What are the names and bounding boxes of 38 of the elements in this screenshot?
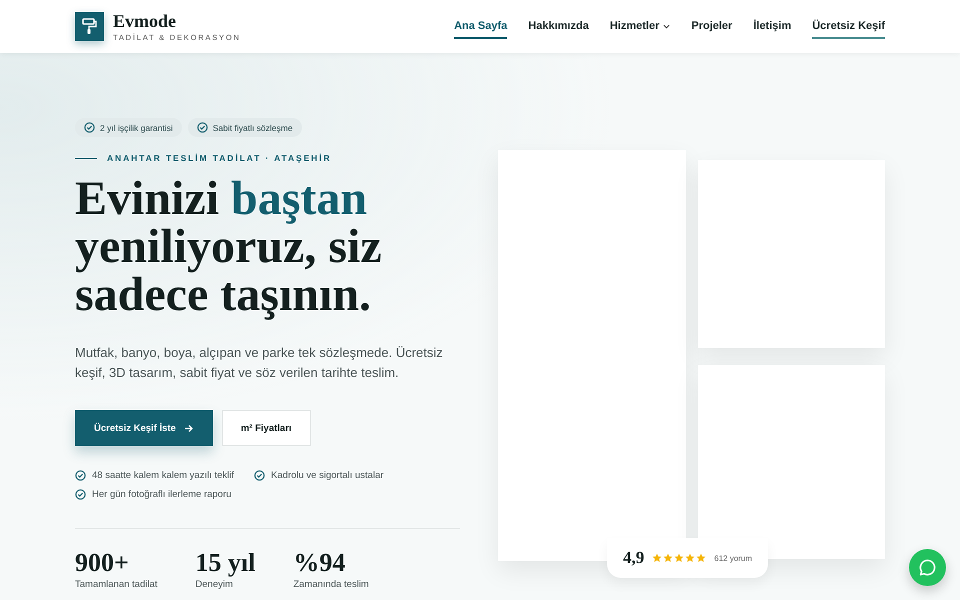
star-icon (652, 553, 662, 563)
nav-link[interactable]: İletişim (753, 14, 792, 39)
stat-label: Tamamlanan tadilat (75, 579, 158, 590)
star-icon (685, 553, 696, 563)
speech-bubble-icon (918, 558, 937, 577)
star-icon (696, 553, 706, 563)
nav-link[interactable]: Projeler (691, 14, 732, 39)
feature-text: Kadrolu ve sigortalı ustalar (271, 470, 384, 481)
star-icon (674, 553, 684, 563)
arrow-right-icon (184, 424, 194, 432)
request-button[interactable]: Ücretsiz Keşif İste (75, 410, 213, 446)
star-icon (663, 553, 674, 563)
prices-button[interactable]: m² Fiyatları (222, 410, 311, 446)
hero-heading: Evinizi baştan yeniliyoruz, siz sadece taşının. (75, 175, 383, 319)
feature-text: Her gün fotoğraflı ilerleme raporu (92, 489, 232, 500)
check-circle-icon (254, 470, 266, 481)
nav-link[interactable]: Hizmetler (610, 14, 670, 39)
brand-name: Evmode (113, 12, 177, 30)
stat-label: Deneyim (195, 579, 234, 590)
check-circle-icon (84, 122, 95, 133)
stat-value: 900+ (75, 549, 130, 577)
check-circle-icon (75, 489, 86, 500)
check-circle-icon (196, 122, 208, 133)
feature-text: 48 saatte kalem kalem yazılı teklif (92, 470, 234, 481)
stat-value: 15 yıl (195, 549, 256, 577)
review-count: 612 yorum (714, 554, 752, 562)
feature-badge: Sabit fiyatlı sözleşme (188, 118, 302, 137)
check-circle-icon (75, 470, 86, 481)
nav-link[interactable]: Ana Sayfa (454, 14, 508, 39)
hero-description: Mutfak, banyo, boya, alçıpan ve parke tek sözleşmede. Ücretsiz keşif, 3D tasarım, sabit fiyat ve söz verilen tarihte teslim. (75, 344, 444, 382)
nav-link[interactable]: Hakkımızda (528, 14, 589, 39)
paint-roller-icon[interactable] (75, 12, 104, 41)
rating-score: 4,9 (623, 548, 644, 568)
stat-value: %94 (293, 549, 346, 577)
stat-label: Zamanında teslim (293, 579, 369, 590)
cta-link[interactable]: Ücretsiz Keşif (812, 14, 885, 39)
feature-badge: 2 yıl işçilik garantisi (75, 118, 182, 137)
eyebrow-text: ANAHTAR TESLİM TADİLAT · ATAŞEHİR (107, 153, 332, 163)
